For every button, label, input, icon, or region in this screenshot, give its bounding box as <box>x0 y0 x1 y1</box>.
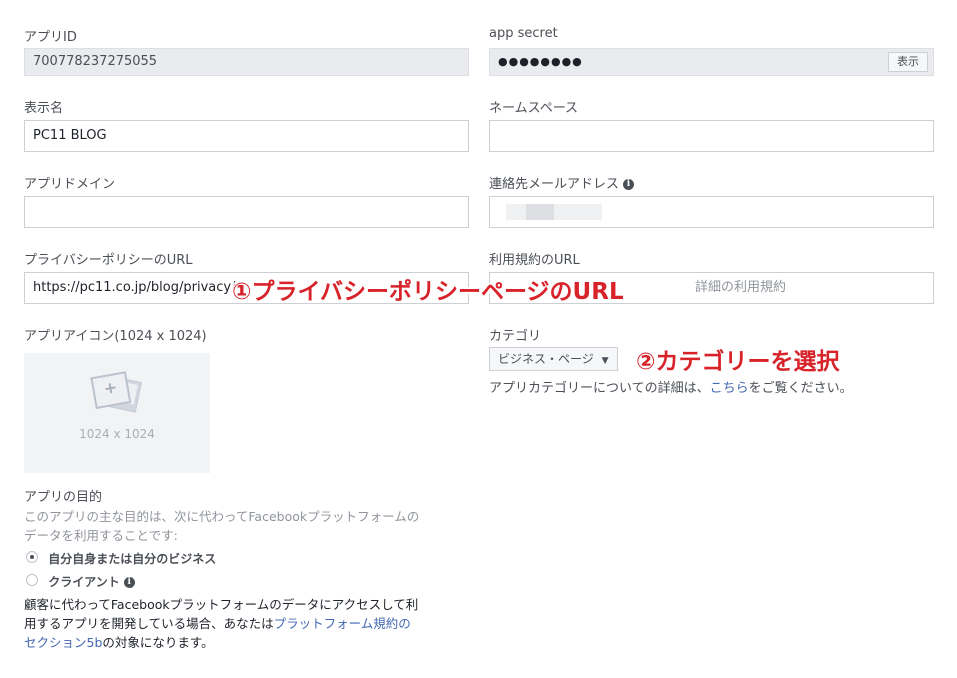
purpose-title: アプリの目的 <box>24 490 103 505</box>
category-help-suffix: をご覧ください。 <box>748 381 853 396</box>
radio-client[interactable] <box>26 574 38 586</box>
privacy-url-label: プライバシーポリシーのURL <box>24 253 193 268</box>
category-help-link[interactable]: こちら <box>710 381 749 396</box>
category-help-text: アプリカテゴリーについての詳細は、こちらをご覧ください。 <box>489 377 853 396</box>
chevron-down-icon: ▼ <box>601 356 609 366</box>
category-selected-value: ビジネス・ページ <box>498 352 594 366</box>
category-help-prefix: アプリカテゴリーについての詳細は、 <box>489 381 710 396</box>
purpose-note-line2-text: 用するアプリを開発している場合、あなたは <box>24 616 274 631</box>
purpose-option-client[interactable]: クライアント i <box>26 573 135 590</box>
purpose-option-client-label: クライアント <box>48 575 120 589</box>
display-name-label: 表示名 <box>24 101 64 116</box>
app-icon-upload[interactable]: 1024 x 1024 <box>24 353 210 473</box>
purpose-note-line1: 顧客に代わってFacebookプラットフォームのデータにアクセスして利 <box>24 597 419 612</box>
annotation-category: ②カテゴリーを選択 <box>636 349 840 375</box>
purpose-note-line3: セクション5bの対象になります。 <box>24 632 214 651</box>
info-icon[interactable]: i <box>623 179 635 190</box>
namespace-input[interactable] <box>489 120 934 152</box>
info-icon[interactable]: i <box>123 577 135 588</box>
category-label: カテゴリ <box>489 329 542 344</box>
purpose-desc-line2: データを利用することです: <box>24 528 178 543</box>
contact-email-input[interactable] <box>489 196 934 228</box>
radio-self[interactable] <box>26 551 38 563</box>
app-id-field: 700778237275055 <box>24 48 469 76</box>
category-select[interactable]: ビジネス・ページ ▼ <box>489 347 618 371</box>
app-domain-label: アプリドメイン <box>24 177 116 192</box>
terms-url-placeholder: 詳細の利用規約 <box>695 280 787 295</box>
contact-email-label: 連絡先メールアドレス i <box>489 173 635 192</box>
display-name-input[interactable]: PC11 BLOG <box>24 120 469 152</box>
purpose-note-line3-text: の対象になります。 <box>102 635 214 650</box>
platform-policy-link[interactable]: プラットフォーム規約の <box>274 616 411 631</box>
purpose-note-line2: 用するアプリを開発している場合、あなたはプラットフォーム規約の <box>24 613 411 632</box>
app-domain-input[interactable] <box>24 196 469 228</box>
purpose-desc-line1: このアプリの主な目的は、次に代わってFacebookプラットフォームの <box>24 509 420 524</box>
annotation-privacy-url: ①プライバシーポリシーページのURL <box>232 279 624 305</box>
blurred-email-segment <box>526 204 554 220</box>
app-secret-field: ●●●●●●●● <box>489 48 934 76</box>
app-icon-label: アプリアイコン(1024 x 1024) <box>24 329 207 344</box>
purpose-option-self[interactable]: 自分自身または自分のビジネス <box>26 550 216 567</box>
contact-email-label-text: 連絡先メールアドレス <box>489 177 620 192</box>
show-secret-button[interactable]: 表示 <box>888 52 928 72</box>
app-id-label: アプリID <box>24 30 77 45</box>
namespace-label: ネームスペース <box>489 101 579 116</box>
terms-url-label: 利用規約のURL <box>489 253 580 268</box>
app-icon-size-text: 1024 x 1024 <box>79 427 155 441</box>
purpose-option-self-label: 自分自身または自分のビジネス <box>48 552 217 566</box>
blurred-email <box>506 204 602 220</box>
image-placeholder-icon <box>90 371 142 413</box>
section-5b-link[interactable]: セクション5b <box>24 635 102 650</box>
app-secret-label: app secret <box>489 26 558 41</box>
